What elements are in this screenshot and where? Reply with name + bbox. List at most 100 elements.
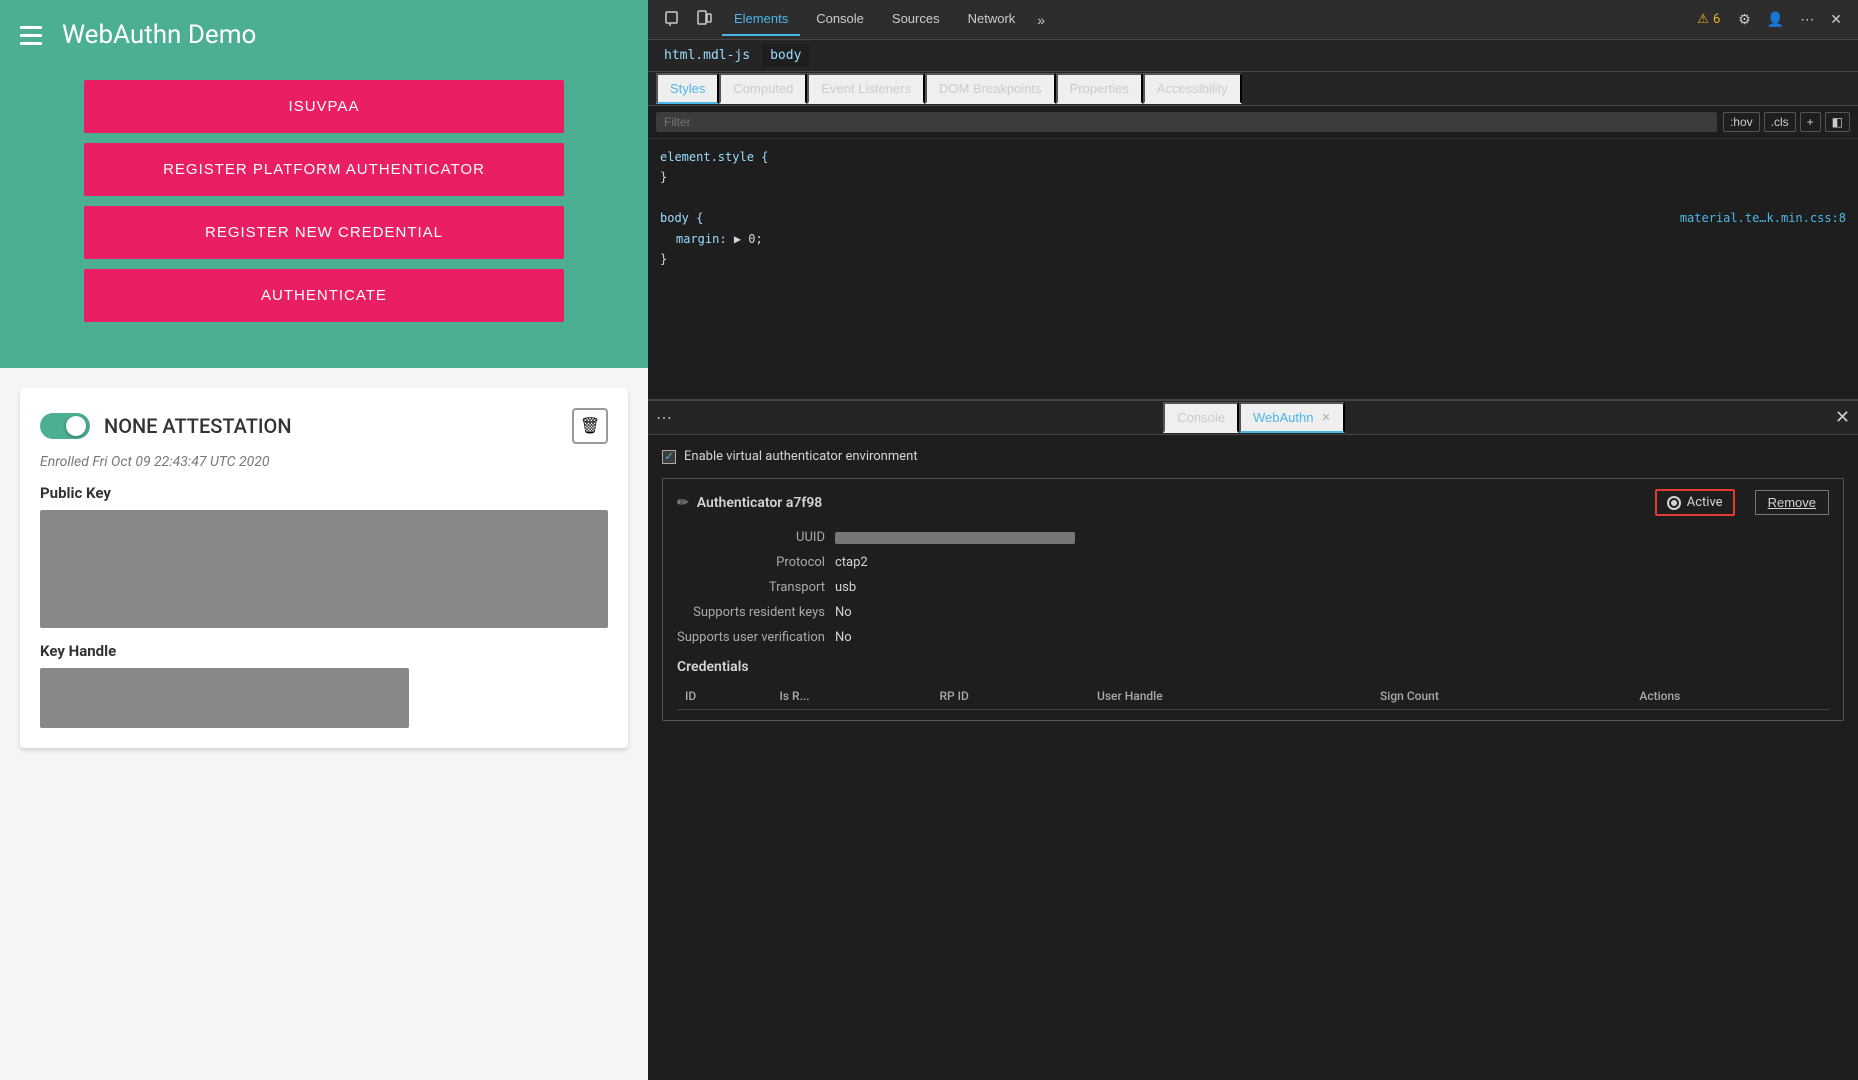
hamburger-line (20, 34, 42, 37)
protocol-value: ctap2 (835, 553, 1829, 572)
resident-keys-value: No (835, 603, 1829, 622)
webauthn-tab[interactable]: WebAuthn ✕ (1239, 402, 1345, 433)
authenticator-card: ✏ Authenticator a7f98 Active Remove UUID (662, 478, 1844, 721)
elements-area: html.mdl-js body Styles Computed Event L… (648, 40, 1858, 400)
devtools-actions: ⚙ 👤 ⋯ ✕ (1732, 7, 1848, 32)
key-handle-label: Key Handle (40, 642, 608, 660)
virtual-auth-row: Enable virtual authenticator environment (662, 449, 1844, 464)
stylesheet-link[interactable]: material.te…k.min.css:8 (1680, 208, 1846, 228)
inspect-element-button[interactable] (658, 6, 686, 33)
console-tab-bottom[interactable]: Console (1163, 402, 1239, 433)
styles-panel: Styles Computed Event Listeners DOM Brea… (648, 72, 1858, 399)
uuid-value (835, 528, 1829, 547)
edit-authenticator-icon[interactable]: ✏ (677, 495, 689, 511)
user-verification-label: Supports user verification (677, 628, 825, 647)
device-toolbar-button[interactable] (690, 6, 718, 33)
toggle-light-button[interactable]: ◧ (1825, 112, 1850, 132)
auth-card-header: ✏ Authenticator a7f98 Active Remove (677, 489, 1829, 516)
app-header: WebAuthn Demo ISUVPAA REGISTER PLATFORM … (0, 0, 648, 368)
accessibility-tab[interactable]: Accessibility (1143, 73, 1242, 104)
more-tabs-button[interactable]: » (1031, 8, 1051, 32)
virtual-auth-checkbox[interactable] (662, 450, 676, 464)
delete-credential-button[interactable]: 🗑 (572, 408, 608, 444)
elements-tab[interactable]: Elements (722, 3, 800, 36)
dom-breakpoints-tab[interactable]: DOM Breakpoints (925, 73, 1056, 104)
col-id: ID (677, 683, 771, 710)
register-new-credential-button[interactable]: REGISTER NEW CREDENTIAL (84, 206, 564, 259)
radio-dot (1667, 496, 1681, 510)
devtools-toolbar: Elements Console Sources Network » ⚠ 6 ⚙… (648, 0, 1858, 40)
credentials-section: Credentials ID Is R... RP ID User Handle… (677, 659, 1829, 710)
app-title: WebAuthn Demo (62, 20, 256, 50)
webauthn-tab-close[interactable]: ✕ (1321, 411, 1330, 424)
styles-filter-input[interactable] (656, 112, 1717, 132)
event-listeners-tab[interactable]: Event Listeners (807, 73, 925, 104)
element-style-selector: element.style { (660, 150, 768, 164)
computed-tab[interactable]: Computed (719, 73, 807, 104)
more-options-button[interactable]: ⋯ (1794, 7, 1820, 32)
add-style-button[interactable]: + (1800, 112, 1821, 132)
margin-prop: margin: (676, 232, 727, 246)
button-group: ISUVPAA REGISTER PLATFORM AUTHENTICATOR … (20, 80, 628, 322)
bottom-tabs-more[interactable]: ⋯ (656, 408, 673, 427)
bottom-panel: ⋯ Console WebAuthn ✕ ✕ Enable virtual au… (648, 400, 1858, 1080)
sources-tab[interactable]: Sources (880, 3, 952, 36)
devtools-panel: Elements Console Sources Network » ⚠ 6 ⚙… (648, 0, 1858, 1080)
isuvpaa-button[interactable]: ISUVPAA (84, 80, 564, 133)
credential-card: NONE ATTESTATION 🗑 Enrolled Fri Oct 09 2… (20, 388, 628, 748)
toggle-container: NONE ATTESTATION (40, 413, 292, 439)
network-tab[interactable]: Network (956, 3, 1028, 36)
styles-code: element.style { } body { material.te…k.m… (648, 139, 1858, 399)
user-button[interactable]: 👤 (1761, 7, 1790, 32)
register-platform-button[interactable]: REGISTER PLATFORM AUTHENTICATOR (84, 143, 564, 196)
authenticator-name: Authenticator a7f98 (697, 495, 823, 511)
hamburger-line (20, 42, 42, 45)
auth-fields: UUID Protocol ctap2 Transport usb Suppor… (677, 528, 1829, 647)
element-style-close: } (660, 167, 1846, 187)
virtual-auth-label: Enable virtual authenticator environment (684, 449, 918, 464)
close-bottom-panel-button[interactable]: ✕ (1835, 407, 1850, 428)
remove-authenticator-button[interactable]: Remove (1755, 490, 1829, 515)
close-devtools-button[interactable]: ✕ (1824, 7, 1848, 32)
hamburger-icon[interactable] (20, 26, 42, 45)
credentials-table: ID Is R... RP ID User Handle Sign Count … (677, 683, 1829, 710)
styles-tab[interactable]: Styles (656, 73, 719, 104)
html-tag[interactable]: html.mdl-js (656, 44, 758, 67)
col-is-r: Is R... (771, 683, 931, 710)
key-handle-value (40, 668, 409, 728)
webauthn-tab-label: WebAuthn (1253, 410, 1313, 425)
credentials-title: Credentials (677, 659, 1829, 675)
body-tag[interactable]: body (762, 44, 809, 67)
col-actions: Actions (1631, 683, 1829, 710)
bottom-content: Enable virtual authenticator environment… (648, 435, 1858, 1080)
toggle-thumb (66, 416, 86, 436)
col-sign-count: Sign Count (1372, 683, 1631, 710)
cls-filter-button[interactable]: .cls (1764, 112, 1796, 132)
filter-buttons: :hov .cls + ◧ (1723, 112, 1850, 132)
settings-button[interactable]: ⚙ (1732, 7, 1757, 32)
card-title: NONE ATTESTATION (104, 414, 292, 438)
margin-rule: margin: ▶ 0; (660, 229, 1846, 249)
card-header: NONE ATTESTATION 🗑 (40, 408, 608, 444)
active-badge[interactable]: Active (1655, 489, 1735, 516)
properties-tab[interactable]: Properties (1056, 73, 1143, 104)
console-tab-top[interactable]: Console (804, 3, 876, 36)
transport-label: Transport (677, 578, 825, 597)
bottom-tabs: ⋯ Console WebAuthn ✕ ✕ (648, 401, 1858, 435)
body-rule-close: } (660, 249, 1846, 269)
col-rp-id: RP ID (931, 683, 1089, 710)
uuid-label: UUID (677, 528, 825, 547)
public-key-label: Public Key (40, 484, 608, 502)
hamburger-line (20, 26, 42, 29)
attestation-toggle[interactable] (40, 413, 90, 439)
authenticate-button[interactable]: AUTHENTICATE (84, 269, 564, 322)
user-verification-value: No (835, 628, 1829, 647)
element-style-rule: element.style { (660, 147, 1846, 167)
styles-tabs: Styles Computed Event Listeners DOM Brea… (648, 72, 1858, 106)
transport-value: usb (835, 578, 1829, 597)
col-user-handle: User Handle (1089, 683, 1372, 710)
active-label: Active (1687, 495, 1723, 510)
header-top: WebAuthn Demo (20, 0, 628, 80)
hov-filter-button[interactable]: :hov (1723, 112, 1760, 132)
resident-keys-label: Supports resident keys (677, 603, 825, 622)
